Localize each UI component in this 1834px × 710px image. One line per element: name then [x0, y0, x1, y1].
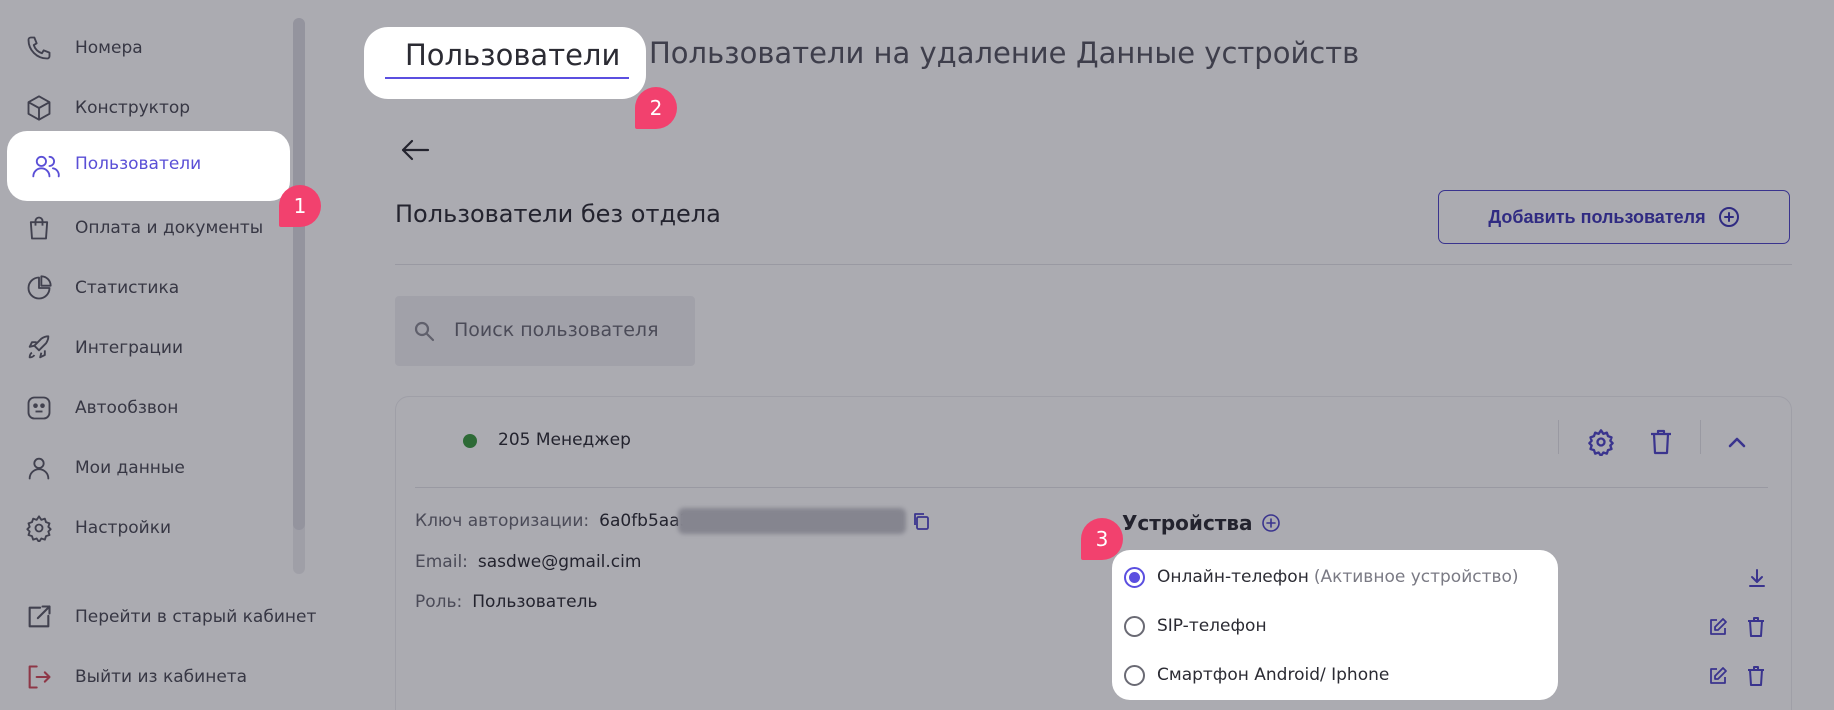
sidebar-item-label: Настройки	[75, 518, 172, 538]
gear-icon	[24, 513, 54, 543]
collapse-button[interactable]	[1720, 426, 1754, 458]
search-box[interactable]: Поиск пользователя	[395, 296, 695, 366]
add-device-icon[interactable]	[1261, 513, 1281, 533]
add-user-button[interactable]: Добавить пользователя	[1438, 190, 1790, 244]
delete-user-button[interactable]	[1644, 426, 1678, 458]
chevron-up-icon	[1727, 435, 1747, 449]
sidebar-item-statistics[interactable]: Статистика	[0, 258, 300, 318]
sidebar-item-numbers[interactable]: Номера	[0, 18, 300, 78]
sidebar-item-label: Пользователи	[75, 154, 202, 174]
email-value: sasdwe@gmail.cim	[477, 552, 642, 572]
sidebar-item-old-cabinet[interactable]: Перейти в старый кабинет	[0, 587, 316, 647]
trash-icon	[1747, 617, 1765, 637]
header-divider	[395, 264, 1792, 265]
tab-users[interactable]: Пользователи	[405, 38, 620, 72]
device-option-smartphone[interactable]: Смартфон Android/ Iphone	[1124, 660, 1389, 690]
tab-users-to-delete[interactable]: Пользователи на удаление	[649, 36, 1067, 70]
user-settings-button[interactable]	[1584, 426, 1618, 458]
search-input[interactable]: Поиск пользователя	[454, 319, 659, 341]
actions-divider	[1558, 420, 1559, 454]
tab-active-underline	[385, 77, 629, 79]
phone-icon	[24, 33, 54, 63]
trash-icon	[1747, 666, 1765, 686]
sidebar-item-autodial[interactable]: Автообзвон	[0, 378, 300, 438]
sidebar-item-payment[interactable]: Оплата и документы	[0, 198, 300, 258]
robot-icon	[24, 393, 54, 423]
gear-icon	[1587, 428, 1615, 456]
actions-divider	[1700, 420, 1701, 454]
tab-device-data[interactable]: Данные устройств	[1076, 36, 1359, 70]
device-option-online-phone[interactable]: Онлайн-телефон (Активное устройство)	[1124, 562, 1519, 592]
trash-icon	[1649, 429, 1673, 455]
role-value: Пользователь	[472, 592, 598, 612]
page-title: Пользователи без отдела	[395, 200, 721, 228]
rocket-icon	[24, 333, 54, 363]
email-row: Email: sasdwe@gmail.cim	[415, 552, 641, 572]
logout-icon	[24, 662, 54, 692]
annotation-badge-3: 3	[1081, 518, 1123, 560]
email-label: Email:	[415, 552, 468, 572]
sidebar-item-settings[interactable]: Настройки	[0, 498, 300, 558]
external-link-icon	[24, 602, 54, 632]
add-user-button-label: Добавить пользователя	[1488, 206, 1706, 227]
user-name[interactable]: 205 Менеджер	[498, 430, 631, 450]
sidebar-item-constructor[interactable]: Конструктор	[0, 78, 300, 138]
device-active-note: (Активное устройство)	[1313, 567, 1519, 587]
edit-sip-button[interactable]	[1703, 612, 1733, 642]
edit-icon	[1708, 617, 1728, 637]
delete-sip-button[interactable]	[1741, 612, 1771, 642]
sidebar-item-label: Выйти из кабинета	[75, 667, 248, 687]
sidebar: Номера Конструктор Оплата и документы Ст…	[0, 0, 325, 710]
radio-selected[interactable]	[1124, 566, 1145, 588]
sidebar-item-my-data[interactable]: Мои данные	[0, 438, 300, 498]
back-arrow-icon[interactable]	[400, 138, 430, 162]
devices-header: Устройства	[1122, 511, 1281, 535]
sidebar-item-label: Автообзвон	[75, 398, 179, 418]
cube-icon	[24, 93, 54, 123]
users-icon	[31, 151, 61, 181]
plus-circle-icon	[1718, 206, 1740, 228]
highlight-users-nav[interactable]: Пользователи	[7, 131, 290, 201]
sidebar-item-label: Статистика	[75, 278, 180, 298]
annotation-badge-2: 2	[635, 87, 677, 129]
device-label: Смартфон Android/ Iphone	[1157, 665, 1390, 685]
card-divider	[415, 487, 1768, 488]
sidebar-item-label: Номера	[75, 38, 143, 58]
auth-key-blur	[678, 508, 906, 534]
radio-unselected[interactable]	[1124, 664, 1145, 686]
annotation-badge-1: 1	[279, 185, 321, 227]
role-label: Роль:	[415, 592, 463, 612]
radio-unselected[interactable]	[1124, 615, 1145, 637]
edit-smartphone-button[interactable]	[1703, 661, 1733, 691]
sidebar-item-label: Оплата и документы	[75, 218, 264, 238]
edit-icon	[1708, 666, 1728, 686]
sidebar-item-label: Интеграции	[75, 338, 184, 358]
search-icon	[413, 320, 435, 342]
download-icon	[1747, 568, 1767, 588]
auth-key-label: Ключ авторизации:	[415, 511, 590, 531]
highlight-users-tab[interactable]: Пользователи	[364, 27, 646, 99]
delete-smartphone-button[interactable]	[1741, 661, 1771, 691]
device-label: Онлайн-телефон	[1157, 567, 1309, 587]
devices-title: Устройства	[1122, 511, 1253, 535]
download-button[interactable]	[1742, 563, 1772, 593]
shopping-bag-icon	[24, 213, 54, 243]
sidebar-item-label: Конструктор	[75, 98, 191, 118]
auth-key-row: Ключ авторизации: 6a0fb5aa3c	[415, 511, 700, 531]
user-icon	[24, 453, 54, 483]
sidebar-item-label: Мои данные	[75, 458, 185, 478]
device-label: SIP-телефон	[1157, 616, 1267, 636]
copy-icon[interactable]	[912, 512, 930, 531]
sidebar-item-integrations[interactable]: Интеграции	[0, 318, 300, 378]
role-row: Роль: Пользователь	[415, 592, 597, 612]
sidebar-item-label: Перейти в старый кабинет	[75, 607, 317, 627]
status-dot	[463, 434, 477, 448]
device-option-sip-phone[interactable]: SIP-телефон	[1124, 611, 1267, 641]
sidebar-item-logout[interactable]: Выйти из кабинета	[0, 647, 300, 707]
pie-chart-icon	[24, 273, 54, 303]
